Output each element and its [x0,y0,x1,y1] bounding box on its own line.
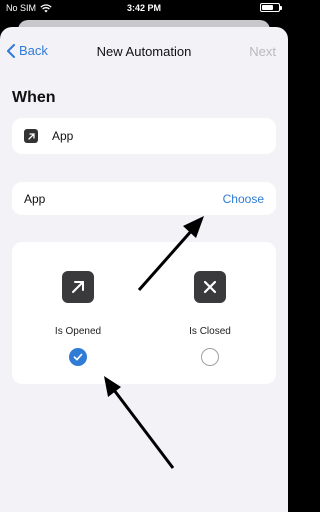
battery-icon [260,3,282,12]
page-title: New Automation [96,44,192,59]
is-closed-option[interactable]: Is Closed [144,242,276,384]
navigation-bar: Back New Automation Next [0,27,288,77]
status-bar: No SIM 3:42 PM [0,0,288,18]
is-opened-option[interactable]: Is Opened [12,242,144,384]
open-arrow-icon [62,271,94,303]
is-opened-label: Is Opened [54,326,102,337]
app-trigger-label: App [52,129,74,143]
checkmark-icon [73,353,83,361]
app-select-label: App [24,192,46,206]
section-title: When [12,89,56,106]
trigger-options-card: Is Opened Is Closed [12,242,276,384]
is-closed-label: Is Closed [189,326,231,337]
app-trigger-row[interactable]: App [12,118,276,154]
is-closed-radio[interactable] [201,348,219,366]
choose-app-button[interactable]: Choose [223,192,264,206]
is-opened-radio[interactable] [69,348,87,366]
status-time: 3:42 PM [126,3,161,13]
app-select-row: App Choose [12,182,276,215]
battery-fill [262,5,273,10]
next-button[interactable]: Next [249,44,276,59]
app-arrow-icon [24,129,38,143]
automation-sheet: Back New Automation Next When App App Ch… [0,27,288,512]
close-x-icon [194,271,226,303]
